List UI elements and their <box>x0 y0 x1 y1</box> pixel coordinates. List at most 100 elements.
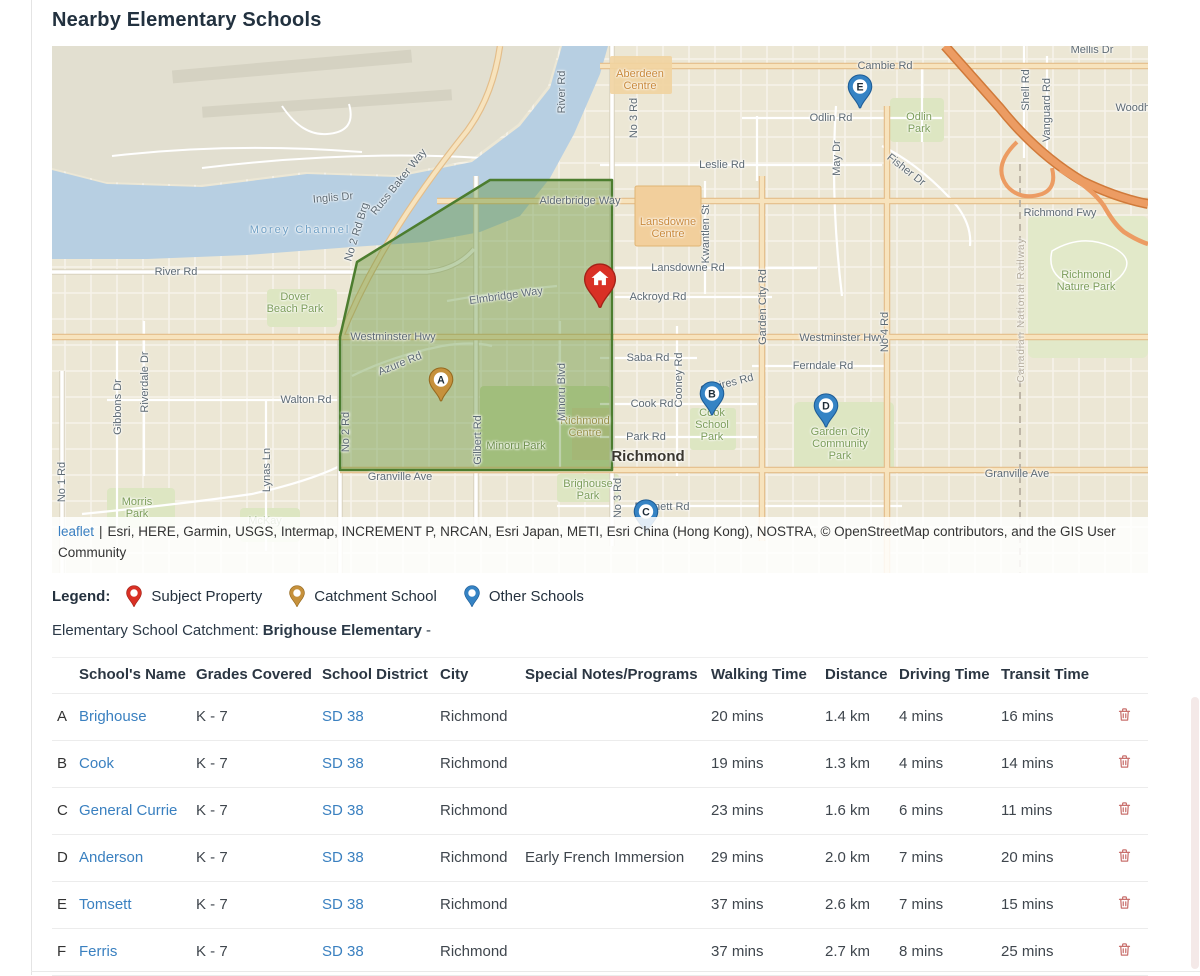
column-header-3: City <box>440 658 525 694</box>
table-row-E: E Tomsett K - 7 SD 38 Richmond 37 mins 2… <box>52 882 1148 929</box>
row-driving-time: 8 mins <box>899 929 1001 976</box>
svg-text:D: D <box>822 401 830 413</box>
delete-row-button[interactable] <box>1117 895 1132 910</box>
svg-text:E: E <box>856 82 863 94</box>
row-letter: F <box>52 929 79 976</box>
row-notes: Early French Immersion <box>525 835 711 882</box>
school-name-link[interactable]: Tomsett <box>79 896 132 913</box>
row-city: Richmond <box>440 835 525 882</box>
column-header-5: Walking Time <box>711 658 825 694</box>
column-header-4: Special Notes/Programs <box>525 658 711 694</box>
row-letter: A <box>52 694 79 741</box>
school-district-link[interactable]: SD 38 <box>322 943 364 960</box>
table-header-row: School's NameGrades CoveredSchool Distri… <box>52 658 1148 694</box>
row-notes <box>525 882 711 929</box>
row-distance: 2.0 km <box>825 835 899 882</box>
row-letter: B <box>52 741 79 788</box>
legend-item-subject: Subject Property <box>126 585 262 608</box>
row-city: Richmond <box>440 694 525 741</box>
school-name-link[interactable]: Brighouse <box>79 708 147 725</box>
row-walking-time: 37 mins <box>711 882 825 929</box>
legend-pin-icon <box>464 585 480 608</box>
map-marker-B[interactable]: B <box>699 381 725 422</box>
trash-icon <box>1117 801 1132 816</box>
school-district-link[interactable]: SD 38 <box>322 802 364 819</box>
legend-item-catchment: Catchment School <box>289 585 437 608</box>
catchment-prefix: Elementary School Catchment: <box>52 622 259 639</box>
column-header-2: School District <box>322 658 440 694</box>
school-name-link[interactable]: Cook <box>79 755 114 772</box>
column-header-letter <box>52 658 79 694</box>
row-driving-time: 7 mins <box>899 882 1001 929</box>
row-distance: 2.6 km <box>825 882 899 929</box>
school-name-link[interactable]: Anderson <box>79 849 143 866</box>
row-letter: D <box>52 835 79 882</box>
row-transit-time: 25 mins <box>1001 929 1117 976</box>
table-row-A: A Brighouse K - 7 SD 38 Richmond 20 mins… <box>52 694 1148 741</box>
column-header-1: Grades Covered <box>196 658 322 694</box>
legend-item-label: Subject Property <box>151 588 262 605</box>
legend-item-label: Other Schools <box>489 588 584 605</box>
scrollbar-thumb[interactable] <box>1191 697 1199 969</box>
table-row-D: D Anderson K - 7 SD 38 Richmond Early Fr… <box>52 835 1148 882</box>
map-marker-D[interactable]: D <box>813 393 839 434</box>
leaflet-link[interactable]: leaflet <box>58 524 94 539</box>
table-row-F: F Ferris K - 7 SD 38 Richmond 37 mins 2.… <box>52 929 1148 976</box>
row-grades: K - 7 <box>196 694 322 741</box>
legend-item-label: Catchment School <box>314 588 437 605</box>
row-distance: 2.7 km <box>825 929 899 976</box>
row-grades: K - 7 <box>196 835 322 882</box>
trash-icon <box>1117 848 1132 863</box>
row-walking-time: 20 mins <box>711 694 825 741</box>
legend-title: Legend: <box>52 588 110 605</box>
trash-icon <box>1117 707 1132 722</box>
leaflet-map[interactable]: Cambie RdOdlin RdOdlin ParkLeslie RdAber… <box>52 46 1148 573</box>
legend-pin-icon <box>289 585 305 608</box>
map-marker-A[interactable]: A <box>428 367 454 408</box>
map-marker-E[interactable]: E <box>847 74 873 115</box>
trash-icon <box>1117 895 1132 910</box>
row-grades: K - 7 <box>196 788 322 835</box>
row-driving-time: 7 mins <box>899 835 1001 882</box>
delete-row-button[interactable] <box>1117 801 1132 816</box>
svg-text:B: B <box>708 389 716 401</box>
table-row-B: B Cook K - 7 SD 38 Richmond 19 mins 1.3 … <box>52 741 1148 788</box>
school-district-link[interactable]: SD 38 <box>322 896 364 913</box>
column-header-8: Transit Time <box>1001 658 1117 694</box>
row-city: Richmond <box>440 741 525 788</box>
row-letter: C <box>52 788 79 835</box>
delete-row-button[interactable] <box>1117 848 1132 863</box>
legend-pin-icon <box>126 585 142 608</box>
school-name-link[interactable]: General Currie <box>79 802 177 819</box>
row-transit-time: 16 mins <box>1001 694 1117 741</box>
trash-icon <box>1117 942 1132 957</box>
trash-icon <box>1117 754 1132 769</box>
row-grades: K - 7 <box>196 741 322 788</box>
row-walking-time: 29 mins <box>711 835 825 882</box>
row-notes <box>525 788 711 835</box>
school-district-link[interactable]: SD 38 <box>322 849 364 866</box>
row-walking-time: 19 mins <box>711 741 825 788</box>
column-header-6: Distance <box>825 658 899 694</box>
row-city: Richmond <box>440 929 525 976</box>
catchment-suffix: - <box>426 622 431 639</box>
school-name-link[interactable]: Ferris <box>79 943 117 960</box>
row-walking-time: 37 mins <box>711 929 825 976</box>
svg-text:A: A <box>437 375 445 387</box>
table-row-C: C General Currie K - 7 SD 38 Richmond 23… <box>52 788 1148 835</box>
row-notes <box>525 929 711 976</box>
map-marker-subject-property[interactable] <box>583 263 617 315</box>
school-district-link[interactable]: SD 38 <box>322 755 364 772</box>
delete-row-button[interactable] <box>1117 754 1132 769</box>
column-header-7: Driving Time <box>899 658 1001 694</box>
row-walking-time: 23 mins <box>711 788 825 835</box>
column-header-0: School's Name <box>79 658 196 694</box>
row-city: Richmond <box>440 788 525 835</box>
row-driving-time: 6 mins <box>899 788 1001 835</box>
schools-table: School's NameGrades CoveredSchool Distri… <box>52 658 1148 976</box>
row-transit-time: 14 mins <box>1001 741 1117 788</box>
row-distance: 1.4 km <box>825 694 899 741</box>
delete-row-button[interactable] <box>1117 942 1132 957</box>
school-district-link[interactable]: SD 38 <box>322 708 364 725</box>
delete-row-button[interactable] <box>1117 707 1132 722</box>
